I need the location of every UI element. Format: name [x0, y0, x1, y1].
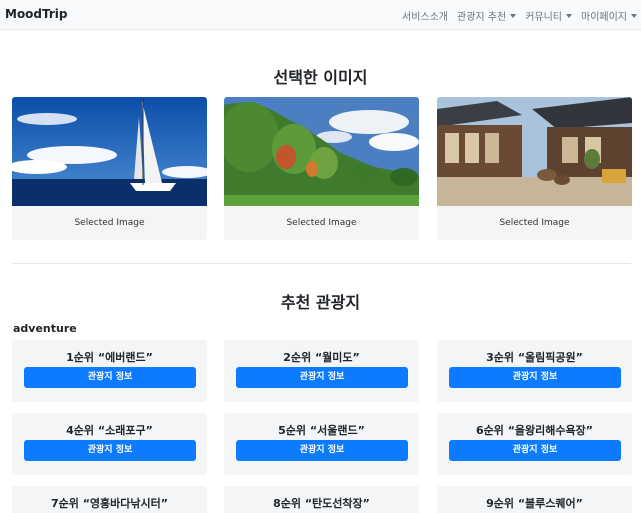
- navbar: MoodTrip 서비스소개 관광지 추천 커뮤니티 마이페이지: [0, 0, 641, 30]
- place-name: 3순위 “올림픽공원”: [486, 351, 583, 364]
- section-divider: [12, 263, 631, 264]
- place-info-button[interactable]: 관광지 정보: [236, 367, 408, 388]
- recommendation-card: 7순위 “영흥바다낚시터”: [12, 486, 207, 513]
- image-caption: Selected Image: [286, 218, 357, 228]
- chevron-down-icon: [510, 13, 517, 18]
- chevron-down-icon: [566, 13, 572, 18]
- selected-image-card: Selected Image: [12, 97, 207, 240]
- nav-link-label: 커뮤니티: [525, 12, 562, 23]
- brand-logo[interactable]: MoodTrip: [5, 7, 68, 21]
- recommendation-card: 1순위 “에버랜드” 관광지 정보: [12, 340, 207, 402]
- selected-image-card: Selected Image: [437, 97, 632, 240]
- place-info-button[interactable]: 관광지 정보: [449, 367, 621, 388]
- nav-dropdown-recommend[interactable]: 관광지 추천: [457, 8, 517, 23]
- place-info-button[interactable]: 관광지 정보: [24, 440, 196, 461]
- forest-photo: [224, 97, 419, 206]
- place-name: 1순위 “에버랜드”: [66, 351, 153, 364]
- place-info-button[interactable]: 관광지 정보: [236, 440, 408, 461]
- nav-dropdown-community[interactable]: 커뮤니티: [525, 8, 572, 23]
- category-label: adventure: [13, 322, 77, 335]
- place-name: 7순위 “영흥바다낚시터”: [50, 497, 169, 510]
- place-name: 5순위 “서울랜드”: [278, 424, 365, 437]
- recommendation-card: 9순위 “블루스퀘어”: [437, 486, 632, 513]
- place-info-button[interactable]: 관광지 정보: [449, 440, 621, 461]
- place-name: 9순위 “블루스퀘어”: [486, 497, 583, 510]
- hanok-photo: [437, 97, 632, 206]
- recommendation-card: 8순위 “탄도선착장”: [224, 486, 419, 513]
- nav-link-service-intro[interactable]: 서비스소개: [402, 8, 448, 23]
- image-caption: Selected Image: [74, 218, 145, 228]
- place-name: 2순위 “월미도”: [283, 351, 360, 364]
- place-info-button[interactable]: 관광지 정보: [24, 367, 196, 388]
- recommendation-card: 2순위 “월미도” 관광지 정보: [224, 340, 419, 402]
- sailboat-photo: [12, 97, 207, 206]
- recommendation-card: 4순위 “소래포구” 관광지 정보: [12, 413, 207, 475]
- nav-link-label: 서비스소개: [402, 12, 448, 23]
- image-caption: Selected Image: [499, 218, 570, 228]
- recommendation-card: 3순위 “올림픽공원” 관광지 정보: [437, 340, 632, 402]
- selected-images-title: 선택한 이미지: [273, 68, 368, 87]
- recommendation-card: 5순위 “서울랜드” 관광지 정보: [224, 413, 419, 475]
- recommend-title: 추천 관광지: [280, 293, 361, 312]
- recommendation-card: 6순위 “을왕리해수욕장” 관광지 정보: [437, 413, 632, 475]
- chevron-down-icon: [631, 13, 637, 18]
- nav-dropdown-mypage[interactable]: 마이페이지: [581, 8, 637, 23]
- nav-link-label: 마이페이지: [581, 12, 627, 23]
- place-name: 6순위 “을왕리해수욕장”: [475, 424, 594, 437]
- place-name: 8순위 “탄도선착장”: [273, 497, 370, 510]
- nav-links: 서비스소개 관광지 추천 커뮤니티 마이페이지: [402, 8, 637, 23]
- place-name: 4순위 “소래포구”: [66, 424, 153, 437]
- nav-link-label: 관광지 추천: [457, 12, 507, 23]
- selected-image-card: Selected Image: [224, 97, 419, 240]
